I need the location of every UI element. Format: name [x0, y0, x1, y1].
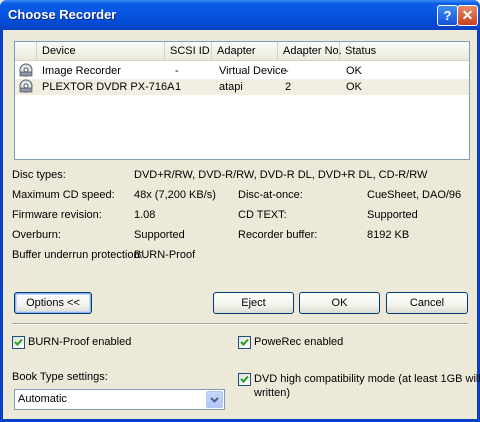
adapter: Virtual Device: [219, 65, 287, 77]
book-type-label: Book Type settings:: [12, 371, 108, 383]
recorder-list[interactable]: Device SCSI ID Adapter Adapter No. Statu…: [14, 41, 470, 160]
checkmark-icon: [14, 338, 23, 346]
cd-text-value: Supported: [367, 209, 418, 221]
title-bar[interactable]: Choose Recorder ? ✕: [0, 0, 480, 30]
disc-drive-icon: [19, 79, 33, 93]
column-header-adapter-no[interactable]: Adapter No.: [278, 42, 342, 60]
dialog-body: Device SCSI ID Adapter Adapter No. Statu…: [3, 30, 480, 419]
dvd-compat-label-line1[interactable]: DVD high compatibility mode (at least 1G…: [254, 373, 480, 385]
firmware-value: 1.08: [134, 209, 156, 221]
eject-button[interactable]: Eject: [213, 292, 294, 314]
list-item[interactable]: PLEXTOR DVDR PX-716A 1 atapi 2 OK: [15, 79, 469, 95]
help-button[interactable]: ?: [437, 5, 458, 26]
separator: [12, 323, 468, 325]
column-header-device[interactable]: Device: [37, 42, 165, 60]
powerrec-checkbox[interactable]: [238, 336, 251, 349]
chevron-down-icon: [210, 397, 219, 403]
dvd-compat-checkbox[interactable]: [238, 373, 251, 386]
column-header-adapter[interactable]: Adapter: [212, 42, 278, 60]
recorder-buffer-label: Recorder buffer:: [238, 229, 318, 241]
scsi-id: -: [175, 65, 179, 77]
list-item[interactable]: Image Recorder - Virtual Device - OK: [15, 63, 469, 79]
underrun-protection-value: BURN-Proof: [134, 249, 196, 261]
overburn-value: Supported: [134, 229, 185, 241]
list-header: Device SCSI ID Adapter Adapter No. Statu…: [15, 42, 469, 61]
burn-proof-label[interactable]: BURN-Proof enabled: [28, 336, 131, 348]
device-name: PLEXTOR DVDR PX-716A: [42, 81, 175, 93]
column-header-status[interactable]: Status: [340, 42, 469, 60]
column-header-icon[interactable]: [15, 42, 37, 60]
window-title: Choose Recorder: [8, 7, 117, 22]
max-speed-label: Maximum CD speed:: [12, 189, 115, 201]
column-header-scsi-id[interactable]: SCSI ID: [165, 42, 212, 60]
book-type-select[interactable]: Automatic: [14, 389, 225, 410]
powerrec-label[interactable]: PoweRec enabled: [254, 336, 343, 348]
help-icon: ?: [443, 8, 452, 23]
scsi-id: 1: [175, 81, 182, 93]
dvd-compat-label-line2[interactable]: written): [254, 387, 290, 399]
close-icon: ✕: [461, 7, 474, 23]
firmware-label: Firmware revision:: [12, 209, 102, 221]
adapter-no: 2: [285, 81, 292, 93]
cd-text-label: CD TEXT:: [238, 209, 287, 221]
max-speed-value: 48x (7,200 KB/s): [134, 189, 216, 201]
close-button[interactable]: ✕: [457, 5, 478, 26]
overburn-label: Overburn:: [12, 229, 61, 241]
image-recorder-icon: [19, 63, 33, 77]
checkmark-icon: [240, 338, 249, 346]
disc-at-once-label: Disc-at-once:: [238, 189, 303, 201]
recorder-buffer-value: 8192 KB: [367, 229, 410, 241]
options-button[interactable]: Options <<: [14, 292, 92, 314]
burn-proof-checkbox[interactable]: [12, 336, 25, 349]
underrun-protection-label: Buffer underrun protection:: [12, 249, 143, 261]
book-type-value: Automatic: [18, 393, 67, 405]
checkmark-icon: [240, 375, 249, 383]
status: OK: [346, 81, 362, 93]
status: OK: [346, 65, 362, 77]
device-name: Image Recorder: [42, 65, 121, 77]
disc-types-value: DVD+R/RW, DVD-R/RW, DVD-R DL, DVD+R DL, …: [134, 169, 428, 181]
choose-recorder-window: Choose Recorder ? ✕ Device SCSI ID Adapt…: [0, 0, 480, 422]
dropdown-button[interactable]: [206, 391, 223, 408]
disc-types-label: Disc types:: [12, 169, 66, 181]
ok-button[interactable]: OK: [299, 292, 380, 314]
cancel-button[interactable]: Cancel: [386, 292, 468, 314]
adapter-no: -: [285, 65, 289, 77]
disc-at-once-value: CueSheet, DAO/96: [367, 189, 462, 201]
adapter: atapi: [219, 81, 243, 93]
